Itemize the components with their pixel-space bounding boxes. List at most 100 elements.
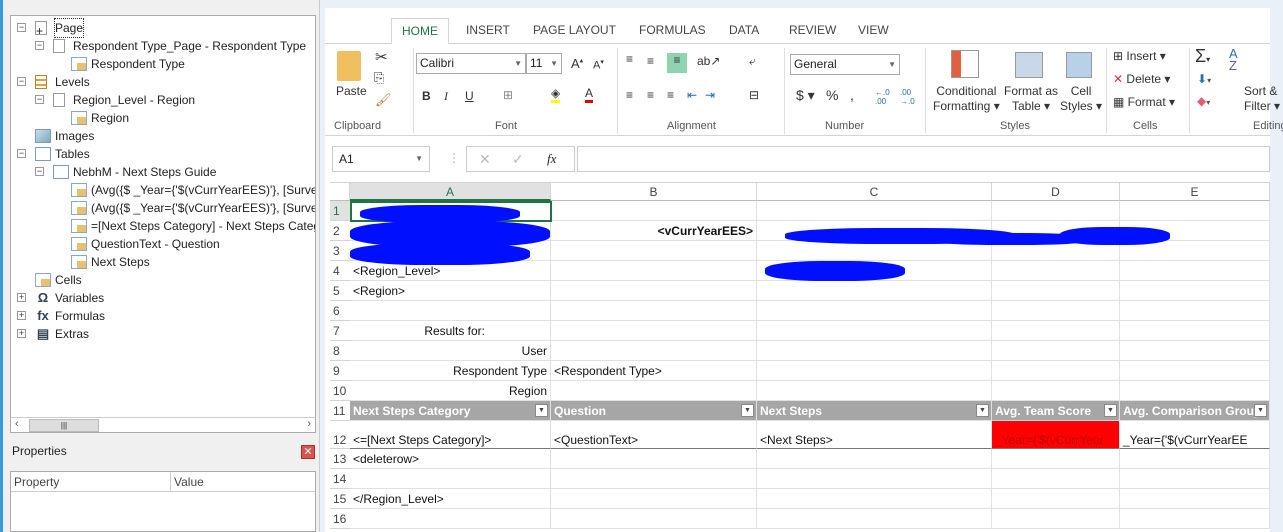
currency-icon[interactable]: $ ▾ [796, 87, 815, 104]
cell-a6[interactable] [350, 301, 551, 321]
name-box[interactable]: A1 ▼ [332, 146, 430, 172]
cell-e10[interactable] [1120, 381, 1270, 401]
cell-d1[interactable] [992, 201, 1120, 221]
decrease-font-icon[interactable]: A▾ [593, 58, 604, 72]
fill-color-icon[interactable]: ◈ [551, 86, 561, 103]
cell-b14[interactable] [551, 469, 757, 489]
increase-decimal-icon[interactable]: ←.0.00 [875, 88, 890, 106]
format-cells-button[interactable]: ▦ Format ▾ [1113, 95, 1175, 109]
row-header-11[interactable]: 11 [330, 401, 350, 421]
cell-d16[interactable] [992, 509, 1120, 529]
delete-cells-button[interactable]: ✕ Delete ▾ [1113, 72, 1170, 86]
scroll-thumb[interactable]: ||| [29, 419, 99, 432]
row-header-9[interactable]: 9 [330, 361, 350, 381]
column-header-c[interactable]: C [757, 183, 992, 201]
cell-b2[interactable]: <vCurrYearEES> [551, 221, 757, 241]
cell-a13[interactable]: <deleterow> [350, 449, 551, 469]
tree-node[interactable]: =[Next Steps Category] - Next Steps Cate… [11, 217, 315, 235]
scroll-right-icon[interactable]: › [307, 418, 311, 430]
cell-b9[interactable]: <Respondent Type> [551, 361, 757, 381]
tree-node[interactable]: (Avg({$ _Year={'$(vCurrYearEES)'}, [Surv… [11, 181, 315, 199]
tree-node[interactable]: − Region_Level - Region [11, 91, 315, 109]
cell-b13[interactable] [551, 449, 757, 469]
cell-a7[interactable]: Results for: [350, 321, 551, 341]
align-bottom-icon[interactable]: ≡ [667, 53, 687, 73]
copy-icon[interactable]: ⎘ [374, 70, 384, 86]
tree-node[interactable]: Respondent Type [11, 55, 315, 73]
cell-b15[interactable] [551, 489, 757, 509]
cell-d8[interactable] [992, 341, 1120, 361]
column-header-b[interactable]: B [551, 183, 757, 201]
cell-c10[interactable] [757, 381, 992, 401]
cell-c16[interactable] [757, 509, 992, 529]
align-top-icon[interactable]: ≡ [626, 52, 633, 66]
row-header-16[interactable]: 16 [330, 509, 350, 529]
cell-b12[interactable]: <QuestionText> [551, 421, 757, 449]
tab-insert[interactable]: INSERT [456, 18, 520, 44]
comma-icon[interactable]: , [850, 87, 854, 103]
cell-c12[interactable]: <Next Steps> [757, 421, 992, 449]
tree-node[interactable]: (Avg({$ _Year={'$(vCurrYearEES)'}, [Surv… [11, 199, 315, 217]
column-header-d[interactable]: D [992, 183, 1120, 201]
cell-b7[interactable] [551, 321, 757, 341]
row-header-15[interactable]: 15 [330, 489, 350, 509]
collapse-icon[interactable]: − [35, 95, 44, 104]
align-center-icon[interactable]: ≡ [647, 88, 654, 102]
cell-e11[interactable]: Avg. Comparison Group ▼ [1120, 401, 1270, 421]
cut-icon[interactable]: ✂ [375, 48, 388, 66]
autosum-icon[interactable]: Σ▾ [1195, 46, 1210, 67]
italic-button[interactable]: I [444, 89, 448, 104]
tree-node[interactable]: Images [11, 127, 315, 145]
paste-icon[interactable] [337, 51, 361, 81]
tree-node[interactable]: + Ω Variables [11, 289, 315, 307]
filter-dropdown-icon[interactable]: ▼ [741, 404, 754, 417]
cell-b1[interactable] [551, 201, 757, 221]
spreadsheet-grid[interactable]: A B C D E 1 2 <vCurrYearEES> 3 4 <Region_Level> 5 <R… [330, 182, 1270, 532]
cell-e8[interactable] [1120, 341, 1270, 361]
tree-node[interactable]: − NebhM - Next Steps Guide [11, 163, 315, 181]
cell-c14[interactable] [757, 469, 992, 489]
filter-dropdown-icon[interactable]: ▼ [1254, 404, 1267, 417]
collapse-icon[interactable]: − [35, 167, 44, 176]
select-all-corner[interactable] [330, 183, 350, 201]
cell-d6[interactable] [992, 301, 1120, 321]
cell-e9[interactable] [1120, 361, 1270, 381]
clear-icon[interactable]: ◆▾ [1197, 94, 1210, 108]
close-icon[interactable]: ✕ [301, 445, 315, 459]
paste-button[interactable]: Paste [336, 84, 367, 98]
cell-d11[interactable]: Avg. Team Score ▼ [992, 401, 1120, 421]
cell-e12[interactable]: _Year={'$(vCurrYearEE [1120, 421, 1270, 449]
cell-d9[interactable] [992, 361, 1120, 381]
fill-icon[interactable]: ⬇▾ [1197, 72, 1211, 86]
row-header-12[interactable]: 12 [330, 421, 350, 449]
row-header-1[interactable]: 1 [330, 201, 350, 221]
cell-a10[interactable]: Region [350, 381, 551, 401]
cell-a16[interactable] [350, 509, 551, 529]
cell-d4[interactable] [992, 261, 1120, 281]
collapse-icon[interactable]: − [17, 77, 26, 86]
collapse-icon[interactable]: − [35, 41, 44, 50]
row-header-7[interactable]: 7 [330, 321, 350, 341]
decrease-indent-icon[interactable]: ⇤ [687, 88, 697, 102]
cell-e6[interactable] [1120, 301, 1270, 321]
cell-d10[interactable] [992, 381, 1120, 401]
tab-review[interactable]: REVIEW [779, 18, 846, 44]
tree-node[interactable]: − Respondent Type_Page - Respondent Type [11, 37, 315, 55]
cell-c11[interactable]: Next Steps ▼ [757, 401, 992, 421]
filter-dropdown-icon[interactable]: ▼ [976, 404, 989, 417]
cell-a12[interactable]: <=[Next Steps Category]> [350, 421, 551, 449]
cell-e1[interactable] [1120, 201, 1270, 221]
cell-c6[interactable] [757, 301, 992, 321]
cell-a9[interactable]: Respondent Type [350, 361, 551, 381]
formula-input[interactable] [577, 146, 1270, 172]
font-color-icon[interactable]: A [585, 86, 594, 103]
cell-d15[interactable] [992, 489, 1120, 509]
filter-dropdown-icon[interactable]: ▼ [1104, 404, 1117, 417]
font-size-select[interactable]: 11 ▼ [526, 53, 562, 74]
expand-icon[interactable]: + [17, 311, 26, 320]
align-left-icon[interactable]: ≡ [626, 88, 633, 102]
increase-font-icon[interactable]: A▴ [571, 56, 583, 71]
column-header-e[interactable]: E [1120, 183, 1270, 201]
cell-b16[interactable] [551, 509, 757, 529]
decrease-decimal-icon[interactable]: .00 →.0 [900, 88, 915, 106]
